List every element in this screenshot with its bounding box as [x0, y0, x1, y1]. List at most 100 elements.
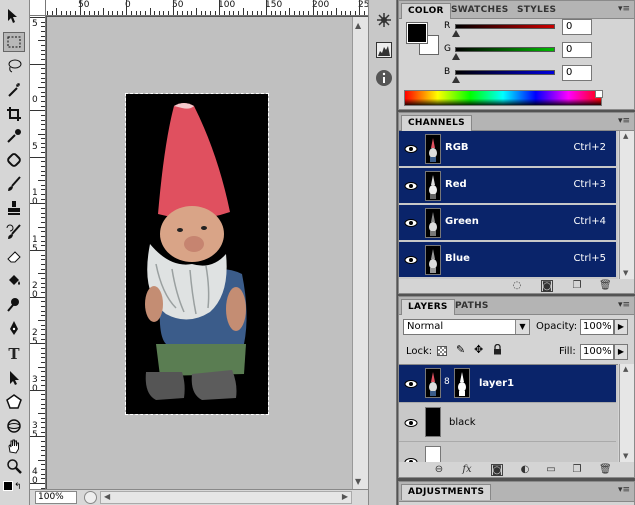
scroll-up-arrow-icon[interactable]: ▲: [623, 365, 628, 373]
dodge-tool-icon[interactable]: [3, 294, 25, 314]
tab-swatches[interactable]: SWATCHES: [445, 3, 515, 19]
color-spectrum-bar[interactable]: [404, 90, 602, 106]
horizontal-scrollbar[interactable]: ◀ ▶: [100, 491, 352, 504]
visibility-eye-icon[interactable]: [403, 215, 419, 231]
link-layers-icon[interactable]: ⊖: [433, 464, 445, 476]
new-channel-icon[interactable]: ❐: [571, 280, 583, 292]
visibility-eye-icon[interactable]: [403, 454, 419, 462]
crop-tool-icon[interactable]: [3, 104, 25, 124]
g-slider-handle[interactable]: [452, 53, 460, 60]
brush-tool-icon[interactable]: [3, 174, 25, 194]
layer-row-partial[interactable]: ...: [399, 443, 616, 462]
histogram-icon[interactable]: [374, 40, 394, 60]
r-slider-handle[interactable]: [452, 30, 460, 37]
eraser-tool-icon[interactable]: [3, 246, 25, 266]
fill-arrow-icon[interactable]: ▶: [614, 344, 628, 360]
visibility-eye-icon[interactable]: [403, 178, 419, 194]
panel-menu-icon[interactable]: ▾≡: [618, 116, 630, 126]
tab-layers[interactable]: LAYERS: [401, 299, 455, 315]
opacity-field[interactable]: 100%: [580, 319, 614, 335]
channel-row-green[interactable]: Green Ctrl+4: [399, 205, 616, 241]
fx-icon[interactable]: fx: [461, 464, 473, 476]
chevron-down-icon[interactable]: ▼: [515, 320, 529, 334]
r-slider[interactable]: [455, 24, 555, 29]
scroll-up-arrow-icon[interactable]: ▲: [355, 21, 361, 30]
healing-brush-tool-icon[interactable]: [3, 150, 25, 170]
lock-all-icon[interactable]: [493, 343, 502, 355]
trash-icon[interactable]: 🗑: [599, 464, 612, 476]
marquee-tool-icon[interactable]: [3, 32, 25, 52]
paint-bucket-tool-icon[interactable]: [3, 270, 25, 290]
scroll-down-arrow-icon[interactable]: ▼: [623, 269, 628, 277]
load-selection-icon[interactable]: ◌: [511, 280, 523, 292]
status-menu-icon[interactable]: [84, 491, 97, 504]
panel-menu-icon[interactable]: ▾≡: [618, 485, 630, 495]
scroll-right-arrow-icon[interactable]: ▶: [342, 492, 348, 501]
tab-styles[interactable]: STYLES: [511, 3, 562, 19]
channel-row-blue[interactable]: Blue Ctrl+5: [399, 242, 616, 278]
clone-stamp-tool-icon[interactable]: [3, 198, 25, 218]
tab-paths[interactable]: PATHS: [449, 299, 495, 315]
spectrum-white-swatch[interactable]: [595, 90, 603, 98]
channel-row-rgb[interactable]: RGB Ctrl+2: [399, 131, 616, 167]
visibility-eye-icon[interactable]: [403, 376, 419, 392]
panel-menu-icon[interactable]: ▾≡: [618, 300, 630, 310]
new-group-icon[interactable]: ▭: [545, 464, 557, 476]
layers-scrollbar[interactable]: ▲ ▼: [619, 364, 634, 462]
fill-field[interactable]: 100%: [580, 344, 614, 360]
magic-wand-tool-icon[interactable]: [3, 80, 25, 100]
navigator-icon[interactable]: [374, 10, 394, 30]
foreground-color-swatch[interactable]: [3, 481, 13, 491]
b-value-field[interactable]: 0: [562, 65, 592, 81]
tab-color[interactable]: COLOR: [401, 3, 451, 19]
add-mask-icon[interactable]: ◙: [491, 464, 503, 476]
lasso-tool-icon[interactable]: [3, 56, 25, 76]
channels-scrollbar[interactable]: ▲ ▼: [619, 131, 634, 279]
layer-row-black[interactable]: black: [399, 404, 616, 442]
layer-mask-link-icon[interactable]: 8: [444, 377, 450, 387]
eyedropper-tool-icon[interactable]: [3, 126, 25, 146]
info-icon[interactable]: [374, 68, 394, 88]
shape-tool-icon[interactable]: [3, 392, 25, 412]
type-tool-icon[interactable]: T: [3, 344, 25, 364]
r-value-field[interactable]: 0: [562, 19, 592, 35]
b-slider[interactable]: [455, 70, 555, 75]
trash-icon[interactable]: 🗑: [599, 280, 612, 292]
visibility-eye-icon[interactable]: [403, 252, 419, 268]
swap-colors-icon[interactable]: ↰: [14, 482, 22, 492]
opacity-arrow-icon[interactable]: ▶: [614, 319, 628, 335]
tab-channels[interactable]: CHANNELS: [401, 115, 472, 131]
b-slider-handle[interactable]: [452, 76, 460, 83]
channel-row-red[interactable]: Red Ctrl+3: [399, 168, 616, 204]
new-layer-icon[interactable]: ❐: [571, 464, 583, 476]
ruler-origin[interactable]: [30, 0, 46, 16]
scroll-down-arrow-icon[interactable]: ▼: [355, 477, 361, 486]
lock-position-icon[interactable]: ✥: [474, 343, 483, 356]
lock-pixels-icon[interactable]: ✎: [456, 343, 465, 356]
move-tool-icon[interactable]: [3, 6, 25, 26]
scroll-down-arrow-icon[interactable]: ▼: [623, 452, 628, 460]
lock-transparency-icon[interactable]: [437, 346, 447, 356]
3d-tool-icon[interactable]: [3, 416, 25, 436]
visibility-eye-icon[interactable]: [403, 415, 419, 431]
hand-tool-icon[interactable]: [3, 436, 25, 456]
layer-mask-thumbnail[interactable]: [454, 368, 470, 398]
path-selection-tool-icon[interactable]: [3, 368, 25, 388]
document-image[interactable]: [125, 93, 269, 415]
save-selection-icon[interactable]: ◙: [541, 280, 553, 292]
zoom-tool-icon[interactable]: [3, 456, 25, 476]
vertical-scrollbar[interactable]: ▲ ▼: [352, 17, 368, 489]
history-brush-tool-icon[interactable]: [3, 222, 25, 242]
g-slider[interactable]: [455, 47, 555, 52]
layer-row-layer1[interactable]: 8 layer1: [399, 365, 616, 403]
zoom-level-field[interactable]: 100%: [35, 491, 77, 504]
adjustment-layer-icon[interactable]: ◐: [519, 464, 531, 476]
panel-menu-icon[interactable]: ▾≡: [618, 4, 630, 14]
scroll-left-arrow-icon[interactable]: ◀: [104, 492, 110, 501]
g-value-field[interactable]: 0: [562, 42, 592, 58]
visibility-eye-icon[interactable]: [403, 141, 419, 157]
tab-adjustments[interactable]: ADJUSTMENTS: [401, 484, 492, 500]
foreground-color-swatch[interactable]: [406, 22, 428, 44]
pen-tool-icon[interactable]: [3, 318, 25, 338]
blend-mode-select[interactable]: Normal ▼: [403, 319, 530, 335]
